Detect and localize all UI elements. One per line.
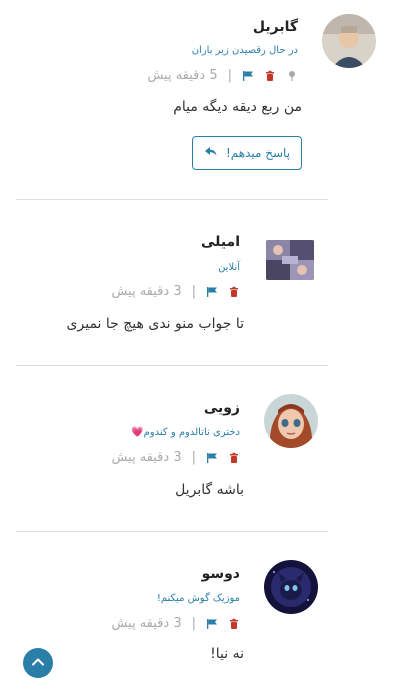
comment-item: دوسو موزیک گوش میکنم! | 3 دقیقه پیش نه ن… <box>0 532 400 696</box>
avatar-photo <box>264 394 318 448</box>
flag-icon[interactable] <box>206 286 218 298</box>
comment-text: تا جواب منو ندی هیچ جا نمیری <box>66 316 244 332</box>
comment-meta: | 3 دقیقه پیش <box>111 284 240 299</box>
chevron-up-icon <box>31 654 45 673</box>
comment-author-status: در حال رقصیدن زیر باران <box>191 45 298 56</box>
comment-text: نه نیا! <box>210 646 244 662</box>
avatar-photo <box>322 14 376 68</box>
trash-icon[interactable] <box>228 618 240 630</box>
comment-item: گابریل در حال رقصیدن زیر باران | 5 دقیقه… <box>0 0 400 200</box>
comment-time: 5 دقیقه پیش <box>147 68 218 83</box>
flag-icon[interactable] <box>206 452 218 464</box>
flag-icon[interactable] <box>206 618 218 630</box>
meta-separator: | <box>191 616 196 631</box>
comment-author-status: موزیک گوش میکنم! <box>156 593 240 604</box>
comment-meta: | 3 دقیقه پیش <box>111 450 240 465</box>
avatar[interactable] <box>266 240 314 280</box>
avatar-photo <box>266 240 314 280</box>
comment-item: امیلی آنلاین | 3 دقیقه پیش تا جواب منو ن… <box>0 200 400 366</box>
reply-arrow-icon <box>204 145 218 162</box>
comment-item: زویی دختری ناتالدوم و کندوم💗 | 3 دقیقه پ… <box>0 366 400 532</box>
meta-separator: | <box>191 450 196 465</box>
avatar[interactable] <box>322 14 376 68</box>
comment-text: من ربع دیقه دیگه میام <box>173 99 302 115</box>
comment-time: 3 دقیقه پیش <box>111 450 182 465</box>
comment-author[interactable]: زویی <box>204 400 240 416</box>
avatar-photo <box>264 560 318 614</box>
comment-author-status: دختری ناتالدوم و کندوم💗 <box>131 427 240 438</box>
avatar[interactable] <box>264 394 318 448</box>
comment-time: 3 دقیقه پیش <box>111 284 182 299</box>
meta-separator: | <box>227 68 232 83</box>
comment-text: باشه گابریل <box>175 482 244 498</box>
meta-separator: | <box>191 284 196 299</box>
comment-time: 3 دقیقه پیش <box>111 616 182 631</box>
scroll-to-top-button[interactable] <box>23 648 53 678</box>
pin-icon[interactable] <box>286 70 298 82</box>
comment-author[interactable]: دوسو <box>202 566 240 582</box>
comment-author-status: آنلاین <box>218 262 240 273</box>
trash-icon[interactable] <box>264 70 276 82</box>
flag-icon[interactable] <box>242 70 254 82</box>
comment-author[interactable]: امیلی <box>201 234 240 250</box>
comment-author[interactable]: گابریل <box>253 19 298 35</box>
avatar[interactable] <box>264 560 318 614</box>
reply-button[interactable]: پاسخ میدهم! <box>192 136 302 170</box>
trash-icon[interactable] <box>228 286 240 298</box>
reply-button-label: پاسخ میدهم! <box>225 146 291 160</box>
comment-meta: | 5 دقیقه پیش <box>147 68 298 83</box>
trash-icon[interactable] <box>228 452 240 464</box>
comment-meta: | 3 دقیقه پیش <box>111 616 240 631</box>
